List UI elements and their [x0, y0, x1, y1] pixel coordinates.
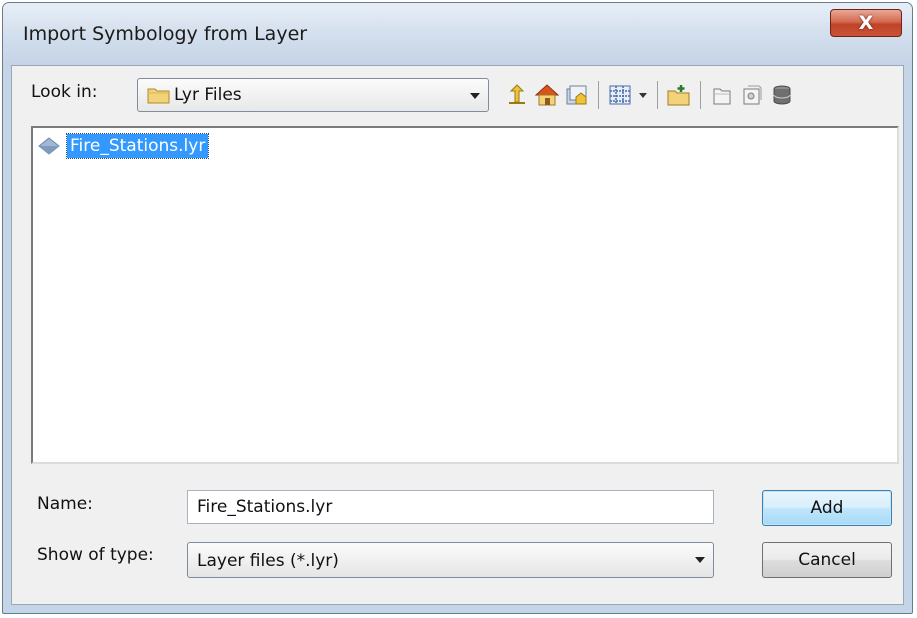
- geodatabase-button[interactable]: [767, 80, 797, 110]
- toolbar-separator: [598, 81, 599, 109]
- look-in-dropdown[interactable]: Lyr Files: [137, 78, 489, 112]
- view-dropdown-arrow-icon[interactable]: [639, 92, 647, 98]
- new-folder-button[interactable]: [664, 80, 694, 110]
- close-button[interactable]: X: [830, 9, 902, 37]
- toolbar-separator: [700, 81, 701, 109]
- geodatabase-icon: [773, 85, 791, 105]
- catalog-connect-icon: [566, 85, 587, 105]
- file-name: Fire_Stations.lyr: [65, 133, 210, 159]
- new-file-icon: [713, 88, 731, 105]
- show-of-type-value: Layer files (*.lyr): [197, 551, 339, 571]
- new-file-button[interactable]: [707, 80, 737, 110]
- up-one-level-icon: [509, 84, 525, 104]
- layer-file-icon: [38, 137, 60, 155]
- show-of-type-dropdown[interactable]: Layer files (*.lyr): [187, 542, 714, 578]
- dialog-title: Import Symbology from Layer: [23, 23, 308, 45]
- import-symbology-dialog: Import Symbology from Layer X Look in: L…: [2, 2, 913, 614]
- home-button[interactable]: [532, 80, 562, 110]
- look-in-value: Lyr Files: [174, 85, 242, 105]
- name-field[interactable]: [187, 490, 714, 524]
- show-of-type-label: Show of type:: [37, 545, 154, 565]
- toolbar-separator: [657, 81, 658, 109]
- new-layer-button[interactable]: [737, 80, 767, 110]
- new-layer-icon: [743, 85, 762, 105]
- look-in-label: Look in:: [31, 82, 98, 102]
- navigation-toolbar: [502, 78, 797, 112]
- up-one-level-button[interactable]: [502, 80, 532, 110]
- folder-icon: [147, 88, 170, 104]
- file-list[interactable]: Fire_Stations.lyr: [31, 126, 899, 464]
- view-menu-button[interactable]: [605, 80, 635, 110]
- chevron-down-icon: [695, 557, 705, 563]
- chevron-down-icon: [470, 93, 480, 99]
- title-bar[interactable]: Import Symbology from Layer X: [3, 3, 912, 65]
- add-button[interactable]: Add: [762, 490, 892, 526]
- catalog-connect-button[interactable]: [562, 80, 592, 110]
- close-icon: X: [858, 12, 874, 34]
- view-menu-icon: [609, 85, 631, 105]
- new-folder-icon: [667, 85, 690, 106]
- list-item[interactable]: Fire_Stations.lyr: [37, 133, 210, 159]
- name-label: Name:: [37, 494, 93, 514]
- dialog-body: Look in: Lyr Files Fire_Stations.lyr Nam…: [11, 65, 904, 605]
- cancel-button[interactable]: Cancel: [762, 542, 892, 578]
- home-icon: [534, 84, 560, 106]
